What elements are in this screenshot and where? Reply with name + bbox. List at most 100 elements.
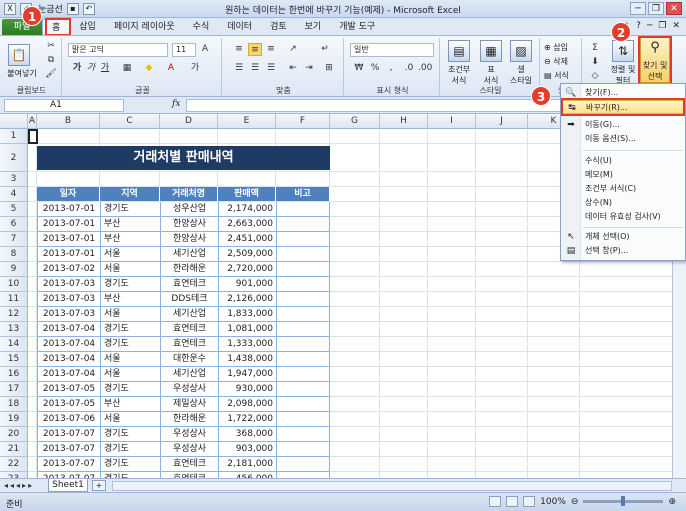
row-header-1[interactable]: 1 xyxy=(0,129,28,144)
font-color-icon[interactable]: A xyxy=(164,62,178,75)
decrease-decimal-icon[interactable]: .00 xyxy=(418,62,432,75)
row-header-22[interactable]: 22 xyxy=(0,457,28,472)
table-cell[interactable]: 1,833,000 xyxy=(218,307,276,322)
table-cell[interactable]: 2013-07-07 xyxy=(37,427,100,442)
table-cell[interactable]: 2013-07-07 xyxy=(37,457,100,472)
table-cell[interactable]: 1,947,000 xyxy=(218,367,276,382)
table-cell[interactable]: 2,663,000 xyxy=(218,217,276,232)
table-cell[interactable]: 서울 xyxy=(100,412,160,427)
column-header-g[interactable]: G xyxy=(330,114,380,129)
column-header-i[interactable]: I xyxy=(428,114,476,129)
table-cell[interactable]: 2,451,000 xyxy=(218,232,276,247)
format-painter-icon[interactable]: 🖌 xyxy=(44,68,58,81)
column-header-c[interactable]: C xyxy=(100,114,160,129)
table-cell[interactable]: 부산 xyxy=(100,217,160,232)
close-button[interactable]: ✕ xyxy=(666,2,682,15)
table-cell[interactable]: 우성상사 xyxy=(160,442,218,457)
column-header-a[interactable]: A xyxy=(28,114,37,129)
wrap-text-icon[interactable]: ↵ xyxy=(318,43,332,56)
row-header-19[interactable]: 19 xyxy=(0,412,28,427)
align-middle-icon[interactable]: ≡ xyxy=(248,43,262,56)
table-cell[interactable]: 효연테크 xyxy=(160,322,218,337)
row-header-5[interactable]: 5 xyxy=(0,202,28,217)
table-cell[interactable]: 2013-07-04 xyxy=(37,337,100,352)
table-cell[interactable]: 903,000 xyxy=(218,442,276,457)
table-cell[interactable]: 2013-07-02 xyxy=(37,262,100,277)
table-cell[interactable]: 한양상사 xyxy=(160,217,218,232)
zoom-out-icon[interactable]: ⊖ xyxy=(571,497,579,507)
sheet-tab-sheet1[interactable]: Sheet1 xyxy=(48,479,88,492)
font-size-select[interactable]: 11 xyxy=(172,43,196,57)
increase-indent-icon[interactable]: ⇥ xyxy=(302,62,316,75)
paste-button-label[interactable]: 붙여넣기 xyxy=(2,68,42,79)
table-cell[interactable]: 경기도 xyxy=(100,322,160,337)
table-cell[interactable]: 2013-07-04 xyxy=(37,322,100,337)
menu-item-6[interactable]: 조건부 서식(C) xyxy=(561,182,685,196)
table-cell[interactable] xyxy=(276,292,330,307)
page-layout-view-icon[interactable] xyxy=(506,496,519,507)
align-left-icon[interactable]: ☰ xyxy=(232,62,246,75)
table-cell[interactable] xyxy=(276,232,330,247)
workbook-minimize-icon[interactable]: ─ xyxy=(647,21,652,31)
active-cell[interactable] xyxy=(28,129,38,144)
menu-item-9[interactable]: ↖ 개체 선택(O) xyxy=(561,230,685,244)
table-cell[interactable]: 901,000 xyxy=(218,277,276,292)
table-cell[interactable]: 성우산업 xyxy=(160,202,218,217)
table-cell[interactable]: 우성상사 xyxy=(160,382,218,397)
help-icon[interactable]: ? xyxy=(636,21,641,31)
table-cell[interactable]: 2013-07-03 xyxy=(37,292,100,307)
restore-button[interactable]: ❐ xyxy=(648,2,664,15)
italic-icon[interactable]: 가 xyxy=(84,62,98,75)
table-cell[interactable]: 서울 xyxy=(100,307,160,322)
orientation-icon[interactable]: ↗ xyxy=(286,43,300,56)
table-cell[interactable] xyxy=(276,382,330,397)
table-cell[interactable]: 경기도 xyxy=(100,382,160,397)
table-cell[interactable]: 2013-07-05 xyxy=(37,382,100,397)
table-cell[interactable] xyxy=(276,322,330,337)
column-header-b[interactable]: B xyxy=(37,114,100,129)
clear-icon[interactable]: ◇ xyxy=(588,70,602,83)
table-cell[interactable]: 1,722,000 xyxy=(218,412,276,427)
zoom-level[interactable]: 100% xyxy=(540,497,566,507)
menu-item-8[interactable]: 데이터 유효성 검사(V) xyxy=(561,210,685,224)
table-cell[interactable]: 서울 xyxy=(100,352,160,367)
table-cell[interactable]: 효연테크 xyxy=(160,337,218,352)
table-cell[interactable] xyxy=(276,442,330,457)
row-header-15[interactable]: 15 xyxy=(0,352,28,367)
table-cell[interactable]: 2013-07-01 xyxy=(37,217,100,232)
row-header-6[interactable]: 6 xyxy=(0,217,28,232)
column-header-d[interactable]: D xyxy=(160,114,218,129)
underline-icon[interactable]: 가 xyxy=(98,62,112,75)
table-cell[interactable]: 한라해운 xyxy=(160,412,218,427)
tab-page-layout[interactable]: 페이지 레이아웃 xyxy=(105,19,184,35)
table-cell[interactable] xyxy=(276,397,330,412)
align-top-icon[interactable]: ≡ xyxy=(232,43,246,56)
normal-view-icon[interactable] xyxy=(489,496,502,507)
tab-insert[interactable]: 삽입 xyxy=(70,19,105,35)
table-cell[interactable] xyxy=(276,352,330,367)
table-cell[interactable]: 경기도 xyxy=(100,457,160,472)
table-cell[interactable]: 효연테크 xyxy=(160,457,218,472)
conditional-format-icon[interactable]: ▤ xyxy=(448,40,470,62)
table-cell[interactable] xyxy=(276,412,330,427)
table-cell[interactable]: 2,174,000 xyxy=(218,202,276,217)
table-cell[interactable]: 2013-07-07 xyxy=(37,442,100,457)
cell-styles-icon[interactable]: ▨ xyxy=(510,40,532,62)
comma-icon[interactable]: , xyxy=(384,62,398,75)
row-header-13[interactable]: 13 xyxy=(0,322,28,337)
insert-cells-button[interactable]: ⊕ 삽입 xyxy=(544,42,580,53)
border-icon[interactable]: ▦ xyxy=(120,62,134,75)
cell-styles-button[interactable]: 셀 스타일 xyxy=(504,64,538,86)
percent-icon[interactable]: % xyxy=(368,62,382,75)
table-cell[interactable]: 2013-07-05 xyxy=(37,397,100,412)
merge-center-icon[interactable]: ⊞ xyxy=(322,62,336,75)
conditional-format-button[interactable]: 조건부 서식 xyxy=(442,64,476,86)
number-format-select[interactable]: 일반 xyxy=(350,43,434,57)
table-cell[interactable]: 2013-07-03 xyxy=(37,307,100,322)
cut-icon[interactable]: ✂ xyxy=(44,40,58,53)
table-cell[interactable]: 서울 xyxy=(100,247,160,262)
align-bottom-icon[interactable]: ≡ xyxy=(264,43,278,56)
row-header-4[interactable]: 4 xyxy=(0,187,28,202)
table-cell[interactable]: 우성상사 xyxy=(160,427,218,442)
menu-item-3[interactable]: 이동 옵션(S)... xyxy=(561,132,685,146)
